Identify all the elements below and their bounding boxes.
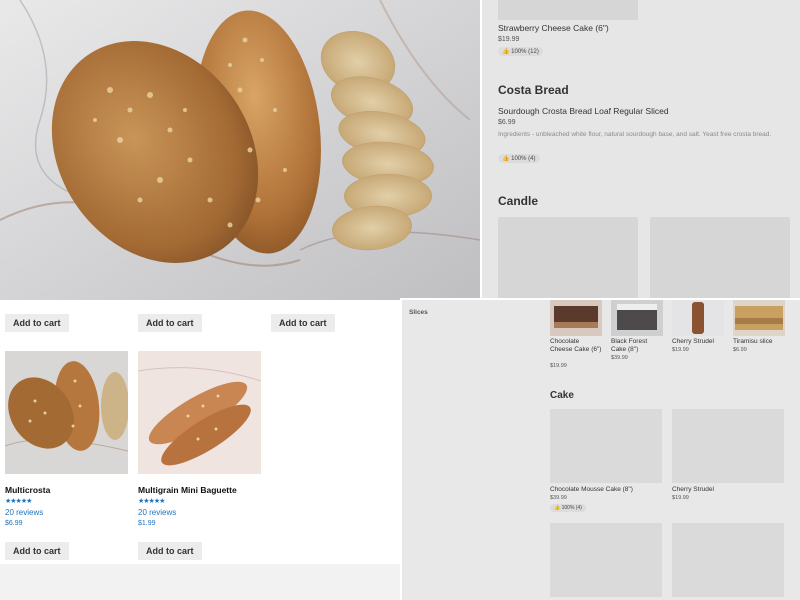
bread-photo-illustration bbox=[0, 0, 480, 300]
shop-product-grid: Add to cart Add to cart Add to cart Mult… bbox=[0, 300, 400, 564]
cake-image-placeholder[interactable] bbox=[672, 523, 784, 597]
cake-image-placeholder[interactable] bbox=[550, 409, 662, 483]
cake-name[interactable]: Chocolate Mousse Cake (8") bbox=[550, 486, 633, 494]
slice-thumbnail[interactable] bbox=[672, 300, 724, 336]
cake-price: $39.99 bbox=[550, 495, 567, 501]
hero-bread-photo bbox=[0, 0, 480, 300]
slice-price: $19.99 bbox=[550, 363, 567, 369]
slice-thumbnail[interactable] bbox=[733, 300, 785, 336]
cake-name[interactable]: Cherry Strudel bbox=[672, 486, 714, 494]
reviews-link[interactable]: 20 reviews bbox=[138, 508, 176, 517]
star-rating: ★★★★★ bbox=[138, 498, 165, 505]
menu-panel: Strawberry Cheese Cake (6") $19.99 👍 100… bbox=[482, 0, 800, 300]
slice-name[interactable]: Chocolate Cheese Cake (6") bbox=[550, 338, 602, 354]
multicrosta-bread-illustration bbox=[5, 351, 128, 474]
product-title[interactable]: Multicrosta bbox=[5, 485, 50, 495]
product-image-placeholder[interactable] bbox=[498, 0, 638, 20]
section-title-candle: Candle bbox=[498, 194, 539, 208]
slice-price: $19.99 bbox=[672, 347, 689, 353]
cake-image-placeholder[interactable] bbox=[550, 523, 662, 597]
product-image[interactable] bbox=[5, 351, 128, 474]
menu-item-price: $6.99 bbox=[498, 119, 516, 126]
rating-value: 100% (12) bbox=[511, 49, 539, 55]
reviews-link[interactable]: 20 reviews bbox=[5, 508, 43, 517]
add-to-cart-button[interactable]: Add to cart bbox=[138, 314, 202, 332]
slice-thumbnail[interactable] bbox=[611, 300, 663, 336]
slice-name[interactable]: Black Forest Cake (8") bbox=[611, 338, 663, 354]
product-price: $1.99 bbox=[138, 520, 156, 527]
menu-item-price: $19.99 bbox=[498, 36, 520, 43]
slice-price: $39.99 bbox=[611, 355, 628, 361]
add-to-cart-button[interactable]: Add to cart bbox=[271, 314, 335, 332]
thumbs-up-icon: 👍 bbox=[554, 505, 561, 511]
add-to-cart-button[interactable]: Add to cart bbox=[138, 542, 202, 560]
rating-value: 100% (4) bbox=[511, 156, 536, 162]
thumbs-up-icon: 👍 bbox=[502, 49, 510, 55]
cakes-panel: Slices Chocolate Cheese Cake (6") $19.99… bbox=[402, 300, 800, 600]
menu-item-description: Ingredients - unbleached white flour, na… bbox=[498, 131, 772, 138]
star-rating: ★★★★★ bbox=[5, 498, 32, 505]
cake-image-placeholder[interactable] bbox=[672, 409, 784, 483]
rating-badge: 👍 100% (4) bbox=[498, 154, 540, 163]
candle-image-placeholder[interactable] bbox=[498, 217, 638, 300]
product-price: $6.99 bbox=[5, 520, 23, 527]
add-to-cart-button[interactable]: Add to cart bbox=[5, 542, 69, 560]
cake-price: $19.99 bbox=[672, 495, 689, 501]
add-to-cart-button[interactable]: Add to cart bbox=[5, 314, 69, 332]
rating-value: 100% (4) bbox=[561, 505, 582, 511]
rating-badge: 👍 100% (12) bbox=[498, 47, 543, 56]
product-image[interactable] bbox=[138, 351, 261, 474]
product-title[interactable]: Multigrain Mini Baguette bbox=[138, 485, 237, 495]
slice-name[interactable]: Tiramisu slice bbox=[733, 338, 789, 346]
mini-baguette-illustration bbox=[138, 351, 261, 474]
candle-image-placeholder[interactable] bbox=[650, 217, 790, 300]
menu-item-name[interactable]: Sourdough Crosta Bread Loaf Regular Slic… bbox=[498, 106, 669, 116]
slice-thumbnail[interactable] bbox=[550, 300, 602, 336]
section-title-cake: Cake bbox=[550, 390, 574, 401]
thumbs-up-icon: 👍 bbox=[502, 156, 510, 162]
rating-badge: 👍 100% (4) bbox=[550, 504, 586, 512]
slice-price: $6.99 bbox=[733, 347, 747, 353]
slice-name[interactable]: Cherry Strudel bbox=[672, 338, 728, 346]
section-title-costa-bread: Costa Bread bbox=[498, 83, 569, 97]
menu-item-name[interactable]: Strawberry Cheese Cake (6") bbox=[498, 23, 609, 33]
category-label-slices[interactable]: Slices bbox=[409, 309, 428, 317]
shop-footer bbox=[0, 564, 400, 600]
